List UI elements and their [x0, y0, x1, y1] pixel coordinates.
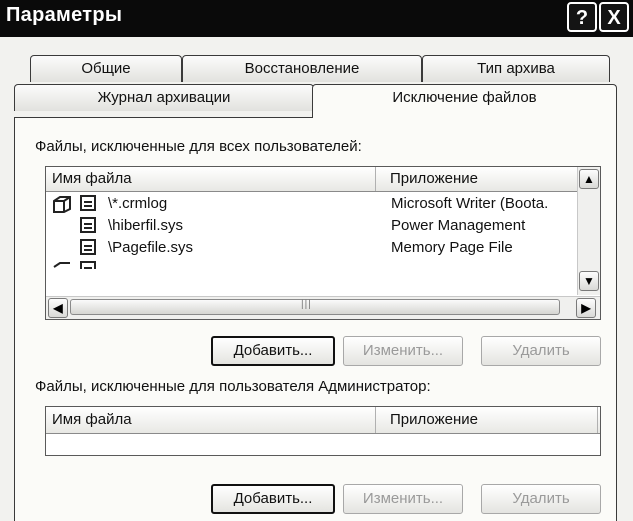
list-header: Имя файла Приложение	[46, 407, 600, 434]
file-application: Power Management	[391, 217, 526, 234]
column-header-application[interactable]: Приложение	[376, 167, 578, 191]
column-header-application[interactable]: Приложение	[376, 407, 598, 433]
list-header: Имя файла Приложение	[46, 167, 600, 192]
file-application: Microsoft Writer (Boota.	[391, 195, 549, 212]
column-header-filename[interactable]: Имя файла	[46, 167, 376, 191]
horizontal-scroll-thumb[interactable]	[70, 299, 560, 315]
scroll-left-arrow-icon[interactable]: ◀	[48, 298, 68, 318]
help-button[interactable]: ?	[567, 2, 597, 32]
current-user-file-list[interactable]: Имя файла Приложение	[45, 406, 601, 456]
current-user-label: Файлы, исключенные для пользователя Адми…	[35, 378, 431, 395]
file-name: \hiberfil.sys	[108, 217, 184, 234]
edit-button[interactable]: Изменить...	[343, 336, 463, 366]
scroll-up-arrow-icon[interactable]: ▲	[579, 169, 599, 189]
edit-button-current-user[interactable]: Изменить...	[343, 484, 463, 514]
close-button[interactable]: X	[599, 2, 629, 32]
file-name: \Pagefile.sys	[108, 239, 194, 256]
horizontal-scrollbar[interactable]: ◀ ▶	[46, 296, 600, 319]
tab-archive-type[interactable]: Тип архива	[422, 55, 610, 82]
column-header-filename[interactable]: Имя файла	[46, 407, 376, 433]
vertical-scrollbar[interactable]: ▲ ▼	[577, 167, 600, 295]
tab-backup-log[interactable]: Журнал архивации	[14, 84, 314, 111]
tab-exclude-files[interactable]: Исключение файлов	[312, 84, 617, 118]
tab-label: Тип архива	[477, 60, 555, 77]
file-application: Memory Page File	[391, 239, 513, 256]
list-item[interactable]: \hiberfil.sys Power Management	[46, 215, 576, 237]
help-icon: ?	[575, 7, 589, 29]
tab-label: Общие	[81, 60, 131, 77]
close-icon: X	[607, 7, 621, 29]
tab-label: Журнал архивации	[97, 89, 231, 106]
tab-panel: Файлы, исключенные для всех пользователе…	[14, 117, 617, 521]
window-title: Параметры	[6, 4, 123, 26]
add-button-current-user[interactable]: Добавить...	[211, 484, 335, 514]
delete-button[interactable]: Удалить	[481, 336, 601, 366]
list-item-partial[interactable]	[46, 259, 576, 269]
tab-label: Исключение файлов	[392, 89, 537, 106]
title-bar: Параметры ? X	[0, 0, 633, 37]
tab-general[interactable]: Общие	[30, 55, 182, 82]
file-icon	[80, 195, 96, 211]
file-icon	[80, 217, 96, 233]
tab-restore[interactable]: Восстановление	[182, 55, 422, 82]
list-item[interactable]: \*.crmlog Microsoft Writer (Boota.	[46, 193, 576, 215]
delete-button-current-user[interactable]: Удалить	[481, 484, 601, 514]
file-name: \*.crmlog	[108, 195, 168, 212]
list-item[interactable]: \Pagefile.sys Memory Page File	[46, 237, 576, 259]
file-icon	[80, 239, 96, 255]
scroll-down-arrow-icon[interactable]: ▼	[579, 271, 599, 291]
file-icon	[80, 261, 96, 269]
file-group-icon	[53, 196, 71, 213]
all-users-file-list[interactable]: Имя файла Приложение \*.crmlog Microsoft…	[45, 166, 601, 320]
scroll-right-arrow-icon[interactable]: ▶	[576, 298, 596, 318]
all-users-label: Файлы, исключенные для всех пользователе…	[35, 138, 362, 155]
add-button[interactable]: Добавить...	[211, 336, 335, 366]
file-group-icon	[53, 262, 70, 268]
tab-label: Восстановление	[244, 60, 360, 77]
